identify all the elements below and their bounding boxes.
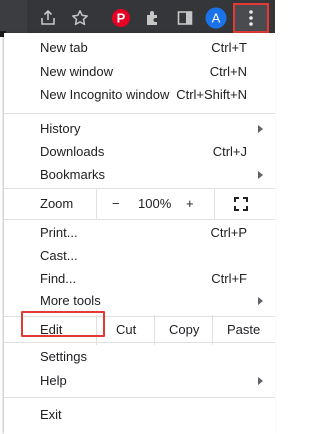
zoom-out-button[interactable]: − [112, 193, 120, 215]
menu-item-cast[interactable]: Cast... [4, 245, 275, 267]
extensions-icon[interactable] [141, 6, 165, 30]
menu-item-label: Exit [40, 407, 62, 422]
copy-button[interactable]: Copy [154, 315, 213, 345]
chrome-main-menu: New tab Ctrl+T New window Ctrl+N New Inc… [4, 33, 275, 434]
menu-item-label: New window [40, 64, 113, 79]
submenu-arrow-icon [258, 125, 263, 133]
menu-item-label: Find... [40, 271, 77, 286]
menu-item-new-tab[interactable]: New tab Ctrl+T [4, 37, 275, 59]
menu-item-shortcut: Ctrl+J [212, 144, 247, 159]
profile-avatar[interactable]: A [204, 6, 228, 30]
menu-separator [4, 219, 275, 220]
menu-item-downloads[interactable]: Downloads Ctrl+J [4, 141, 275, 163]
menu-item-shortcut: Ctrl+T [211, 40, 247, 55]
kebab-menu-icon [249, 10, 253, 26]
zoom-row: Zoom − 100% + [4, 189, 275, 219]
menu-item-shortcut: Ctrl+F [211, 271, 247, 286]
menu-item-label: Help [40, 373, 67, 388]
submenu-arrow-icon [258, 377, 263, 385]
share-icon[interactable] [36, 6, 60, 30]
menu-item-label: History [40, 121, 81, 136]
menu-item-label: More tools [40, 293, 101, 308]
profile-letter: A [212, 11, 221, 26]
fullscreen-icon [234, 197, 248, 211]
menu-item-find[interactable]: Find... Ctrl+F [4, 268, 275, 290]
paste-label: Paste [227, 322, 261, 337]
menu-item-more-tools[interactable]: More tools [4, 290, 275, 312]
menu-item-shortcut: Ctrl+P [210, 225, 247, 240]
menu-item-label: New Incognito window [40, 87, 170, 102]
pinterest-icon[interactable]: P [109, 6, 133, 30]
submenu-arrow-icon [258, 171, 263, 179]
menu-separator [4, 397, 275, 398]
zoom-controls: − 100% + [96, 189, 194, 219]
kebab-menu-button[interactable] [233, 3, 269, 33]
menu-item-print[interactable]: Print... Ctrl+P [4, 222, 275, 244]
paste-button[interactable]: Paste [212, 315, 275, 345]
menu-item-bookmarks[interactable]: Bookmarks [4, 164, 275, 186]
menu-item-settings[interactable]: Settings [4, 346, 275, 368]
bookmark-star-icon[interactable] [68, 6, 92, 30]
copy-label: Copy [169, 322, 200, 337]
menu-separator [4, 342, 275, 343]
menu-item-label: Bookmarks [40, 167, 106, 182]
menu-item-label: New tab [40, 40, 88, 55]
settings-highlight-box [21, 311, 105, 337]
menu-item-new-incognito-window[interactable]: New Incognito window Ctrl+Shift+N [4, 84, 275, 106]
menu-item-label: Cast... [40, 248, 78, 263]
menu-separator [4, 113, 275, 114]
menu-item-help[interactable]: Help [4, 370, 275, 392]
cut-label: Cut [116, 322, 137, 337]
menu-item-label: Print... [40, 225, 78, 240]
zoom-level: 100% [138, 196, 172, 211]
submenu-arrow-icon [258, 297, 263, 305]
menu-item-label: Settings [40, 349, 87, 364]
menu-item-exit[interactable]: Exit [4, 404, 275, 426]
zoom-in-button[interactable]: + [186, 193, 194, 215]
fullscreen-cell[interactable] [214, 189, 275, 219]
menu-item-label: Downloads [40, 144, 105, 159]
browser-toolbar: P A [0, 0, 275, 37]
zoom-label: Zoom [40, 196, 74, 211]
menu-item-new-window[interactable]: New window Ctrl+N [4, 61, 275, 83]
pinterest-letter: P [117, 11, 126, 26]
menu-item-shortcut: Ctrl+N [209, 64, 247, 79]
menu-item-shortcut: Ctrl+Shift+N [176, 87, 247, 102]
side-panel-icon[interactable] [173, 6, 197, 30]
menu-item-history[interactable]: History [4, 118, 275, 140]
